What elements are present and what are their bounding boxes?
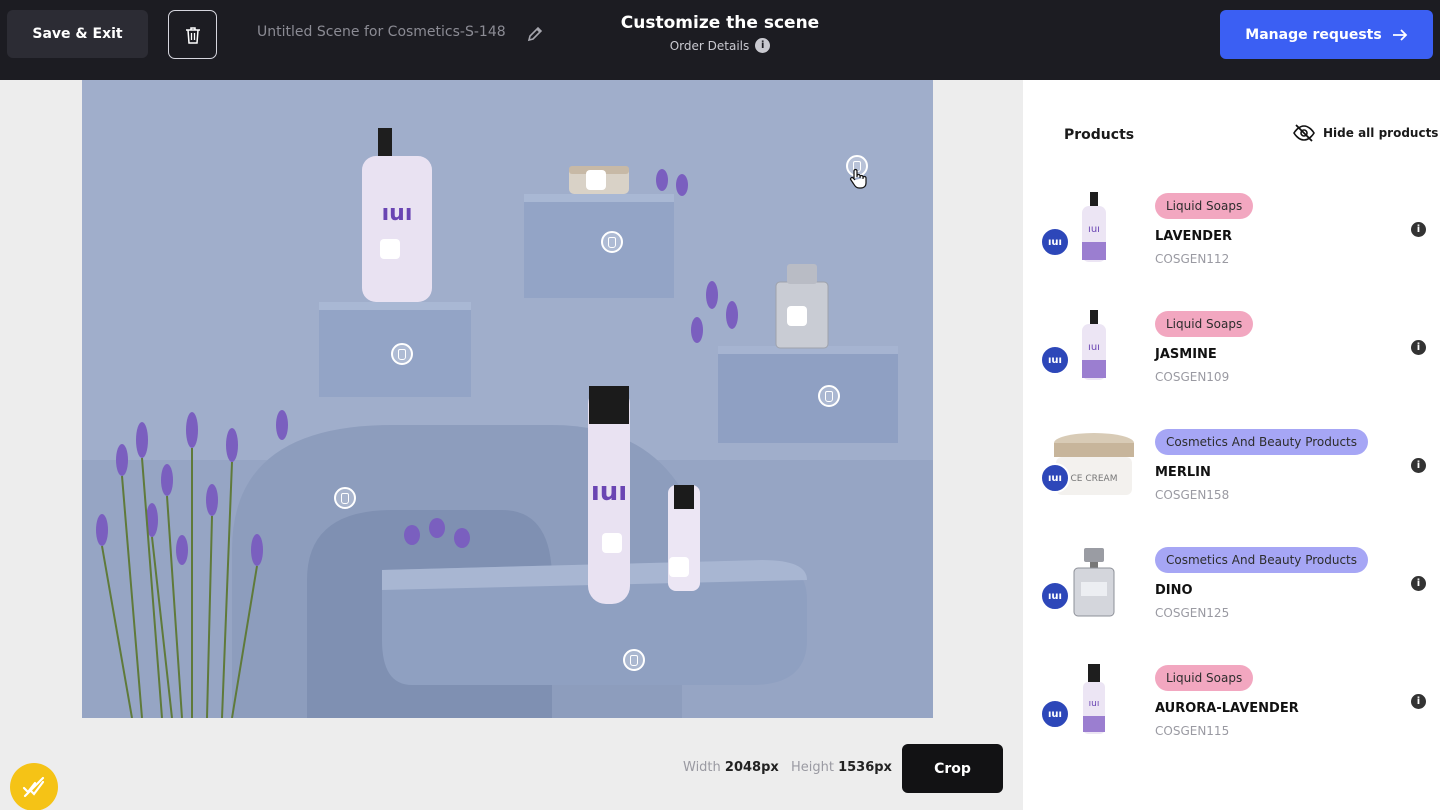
product-code: COSGEN115 [1155, 724, 1230, 738]
panel-title: Products [1064, 127, 1135, 143]
scene-name: Untitled Scene for Cosmetics-S-148 [257, 24, 506, 40]
products-panel: Products Hide all products ıuı ıuı Liqui… [1023, 80, 1440, 810]
svg-text:ıuı: ıuı [1088, 224, 1100, 235]
top-bar: Save & Exit Untitled Scene for Cosmetics… [0, 0, 1440, 80]
hand-cursor-icon [850, 168, 867, 189]
width-label: Width [683, 760, 721, 775]
brand-logo-badge: ıuı [1040, 581, 1070, 611]
canvas-area: ıuı ıuı Width 2048px Height 1536px Crop [0, 80, 1023, 810]
category-pill: Liquid Soaps [1155, 665, 1254, 691]
title-block: Customize the scene Order Details i [560, 13, 880, 54]
eye-off-icon [1293, 124, 1315, 142]
hotspot-icon[interactable] [601, 231, 623, 253]
product-code: COSGEN112 [1155, 252, 1230, 266]
product-card-jasmine[interactable]: ıuı ıuı Liquid Soaps JASMINE COSGEN109 i [1023, 303, 1440, 403]
product-name: DINO [1155, 583, 1193, 598]
tag-square-shampoo[interactable] [602, 533, 622, 553]
assistant-fab[interactable] [10, 763, 58, 810]
hide-all-label: Hide all products [1323, 126, 1439, 140]
arrow-right-icon [1392, 28, 1407, 41]
trash-icon [185, 26, 200, 44]
order-details[interactable]: Order Details i [670, 38, 771, 53]
info-icon[interactable]: i [1411, 694, 1426, 709]
hide-all-products-button[interactable]: Hide all products [1293, 124, 1438, 142]
product-card-aurora-lavender[interactable]: ıuı ıuı Liquid Soaps AURORA-LAVENDER COS… [1023, 657, 1440, 757]
tag-square-jar[interactable] [586, 170, 606, 190]
page-title: Customize the scene [620, 13, 820, 33]
image-dimensions: Width 2048px Height 1536px [683, 760, 900, 775]
tag-square-serum[interactable] [669, 557, 689, 577]
scene-image[interactable]: ıuı ıuı [82, 80, 933, 718]
hotspot-icon[interactable] [818, 385, 840, 407]
svg-text:ıuı: ıuı [382, 201, 413, 226]
info-icon[interactable]: i [755, 38, 771, 53]
product-name: LAVENDER [1155, 229, 1232, 244]
height-value: 1536px [838, 760, 892, 775]
category-pill: Liquid Soaps [1155, 193, 1254, 219]
svg-text:ıuı: ıuı [591, 477, 627, 507]
svg-text:CE CREAM: CE CREAM [1071, 474, 1118, 484]
tag-square-soap[interactable] [380, 239, 400, 259]
manage-requests-button[interactable]: Manage requests [1220, 10, 1433, 59]
manage-requests-label: Manage requests [1245, 26, 1382, 43]
svg-text:ıuı: ıuı [1089, 699, 1100, 709]
pencil-icon[interactable] [525, 24, 545, 44]
order-details-label: Order Details [669, 38, 750, 53]
product-code: COSGEN125 [1155, 606, 1230, 620]
product-name: AURORA-LAVENDER [1155, 701, 1299, 716]
brand-logo-badge: ıuı [1040, 699, 1070, 729]
brand-logo-badge: ıuı [1040, 463, 1070, 493]
hotspot-icon[interactable] [334, 487, 356, 509]
crop-button[interactable]: Crop [902, 744, 1003, 793]
category-pill: Cosmetics And Beauty Products [1155, 429, 1369, 455]
product-name: MERLIN [1155, 465, 1211, 480]
checklist-icon [22, 776, 45, 798]
hotspot-icon[interactable] [391, 343, 413, 365]
product-card-lavender[interactable]: ıuı ıuı Liquid Soaps LAVENDER COSGEN112 … [1023, 185, 1440, 285]
product-name: JASMINE [1155, 347, 1217, 362]
product-card-dino[interactable]: ıuı Cosmetics And Beauty Products DINO C… [1023, 539, 1440, 639]
delete-button[interactable] [168, 10, 217, 59]
svg-text:ıuı: ıuı [1088, 342, 1100, 353]
save-exit-button[interactable]: Save & Exit [7, 10, 148, 58]
category-pill: Cosmetics And Beauty Products [1155, 547, 1369, 573]
width-value: 2048px [724, 760, 779, 775]
brand-logo-badge: ıuı [1040, 227, 1070, 257]
product-code: COSGEN109 [1155, 370, 1230, 384]
info-icon[interactable]: i [1411, 576, 1426, 591]
info-icon[interactable]: i [1411, 458, 1426, 473]
hotspot-icon[interactable] [623, 649, 645, 671]
height-label: Height [790, 760, 834, 775]
tag-square-perfume[interactable] [787, 306, 807, 326]
category-pill: Liquid Soaps [1155, 311, 1254, 337]
info-icon[interactable]: i [1411, 340, 1426, 355]
product-code: COSGEN158 [1155, 488, 1230, 502]
scene-illustration: ıuı ıuı [82, 80, 933, 718]
product-card-merlin[interactable]: CE CREAM ıuı Cosmetics And Beauty Produc… [1023, 421, 1440, 521]
info-icon[interactable]: i [1411, 222, 1426, 237]
brand-logo-badge: ıuı [1040, 345, 1070, 375]
